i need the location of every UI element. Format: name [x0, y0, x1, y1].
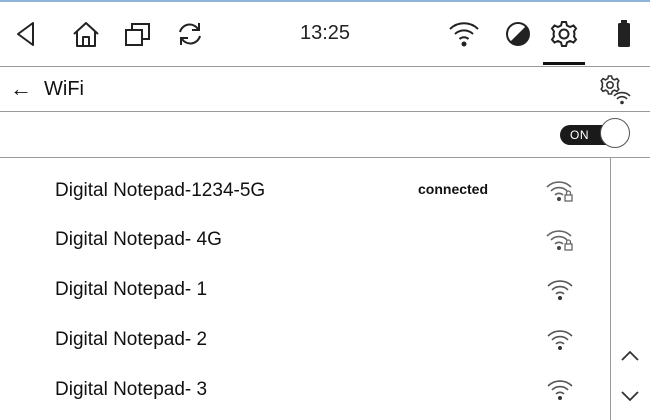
contrast-icon[interactable]: [500, 16, 536, 52]
battery-icon: [606, 16, 642, 52]
network-name: Digital Notepad- 4G: [55, 229, 222, 250]
refresh-icon[interactable]: [172, 16, 208, 52]
network-list: Digital Notepad-1234-5G connected Digita…: [0, 158, 610, 420]
wifi-locked-icon: [545, 227, 575, 253]
network-name: Digital Notepad- 1: [55, 279, 208, 300]
chevron-down-icon[interactable]: [619, 388, 641, 404]
network-row[interactable]: Digital Notepad-1234-5G connected: [0, 166, 610, 218]
network-row[interactable]: Digital Notepad- 3: [0, 365, 610, 417]
left-arrow-icon[interactable]: ←: [10, 77, 32, 101]
toggle-label: ON: [570, 128, 589, 142]
status-bar: 13:25: [0, 2, 650, 66]
network-name: Digital Notepad-1234-5G: [55, 180, 266, 201]
network-name: Digital Notepad- 2: [55, 329, 208, 350]
settings-gear-icon[interactable]: [546, 16, 582, 52]
back-triangle-icon[interactable]: [8, 16, 44, 52]
network-name: Digital Notepad- 3: [55, 379, 208, 400]
wifi-signal-icon: [545, 277, 575, 303]
chevron-up-icon[interactable]: [619, 348, 641, 364]
wifi-signal-icon: [545, 327, 575, 353]
clock: 13:25: [300, 22, 351, 44]
wifi-settings-icon[interactable]: [598, 74, 632, 106]
network-row[interactable]: Digital Notepad- 1: [0, 265, 610, 317]
active-tab-indicator: [543, 62, 585, 65]
wifi-locked-icon: [545, 178, 575, 204]
wifi-icon[interactable]: [446, 16, 482, 52]
network-row[interactable]: Digital Notepad- 2: [0, 315, 610, 367]
home-icon[interactable]: [68, 16, 104, 52]
scroll-rail: [610, 158, 650, 420]
wifi-toggle-row: ON: [0, 112, 650, 158]
page-title: WiFi: [44, 78, 84, 100]
network-row[interactable]: Digital Notepad- 4G: [0, 215, 610, 267]
toggle-knob[interactable]: [600, 118, 630, 148]
wifi-toggle[interactable]: ON: [560, 117, 632, 151]
title-bar: ← WiFi: [0, 66, 650, 112]
wifi-signal-icon: [545, 377, 575, 403]
recent-apps-icon[interactable]: [120, 16, 156, 52]
connection-status: connected: [418, 181, 489, 197]
